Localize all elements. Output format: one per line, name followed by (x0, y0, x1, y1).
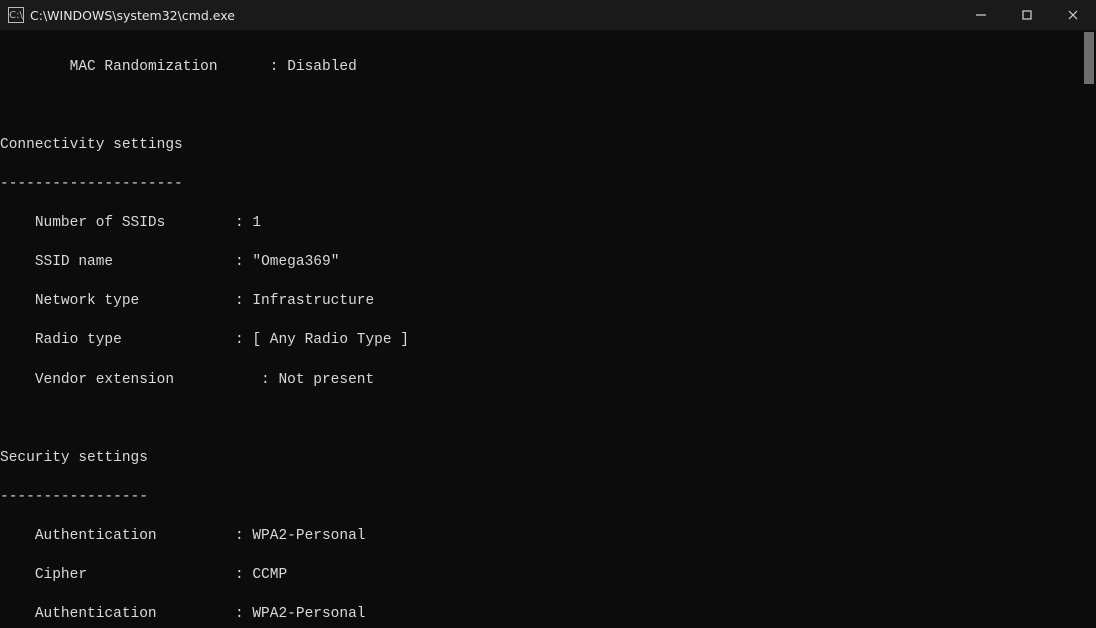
close-button[interactable] (1050, 0, 1096, 30)
dashes: ----------------- (0, 488, 1096, 508)
maximize-button[interactable] (1004, 0, 1050, 30)
cmd-icon: C:\ (8, 7, 24, 23)
dashes: --------------------- (0, 175, 1096, 195)
num-ssids-value: 1 (252, 215, 261, 231)
network-type-label: Network type (35, 293, 139, 309)
radio-type-label: Radio type (35, 332, 122, 348)
minimize-button[interactable] (958, 0, 1004, 30)
num-ssids-label: Number of SSIDs (35, 215, 166, 231)
mac-label: MAC Randomization (70, 59, 218, 75)
terminal-output[interactable]: MAC Randomization : Disabled Connectivit… (0, 30, 1096, 628)
vendor-ext-value: Not present (278, 372, 374, 388)
section-connectivity: Connectivity settings (0, 136, 1096, 156)
bottom-shadow (0, 618, 1096, 628)
window-title: C:\WINDOWS\system32\cmd.exe (30, 8, 235, 23)
ssid-name-label: SSID name (35, 254, 113, 270)
radio-type-value: [ Any Radio Type ] (252, 332, 409, 348)
cipher1-label: Cipher (35, 567, 87, 583)
section-security: Security settings (0, 449, 1096, 469)
vendor-ext-label: Vendor extension (35, 372, 174, 388)
network-type-value: Infrastructure (252, 293, 374, 309)
mac-value: Disabled (287, 59, 357, 75)
auth1-label: Authentication (35, 528, 157, 544)
auth1-value: WPA2-Personal (252, 528, 365, 544)
title-bar: C:\ C:\WINDOWS\system32\cmd.exe (0, 0, 1096, 30)
ssid-name-value: "Omega369" (252, 254, 339, 270)
cipher1-value: CCMP (252, 567, 287, 583)
